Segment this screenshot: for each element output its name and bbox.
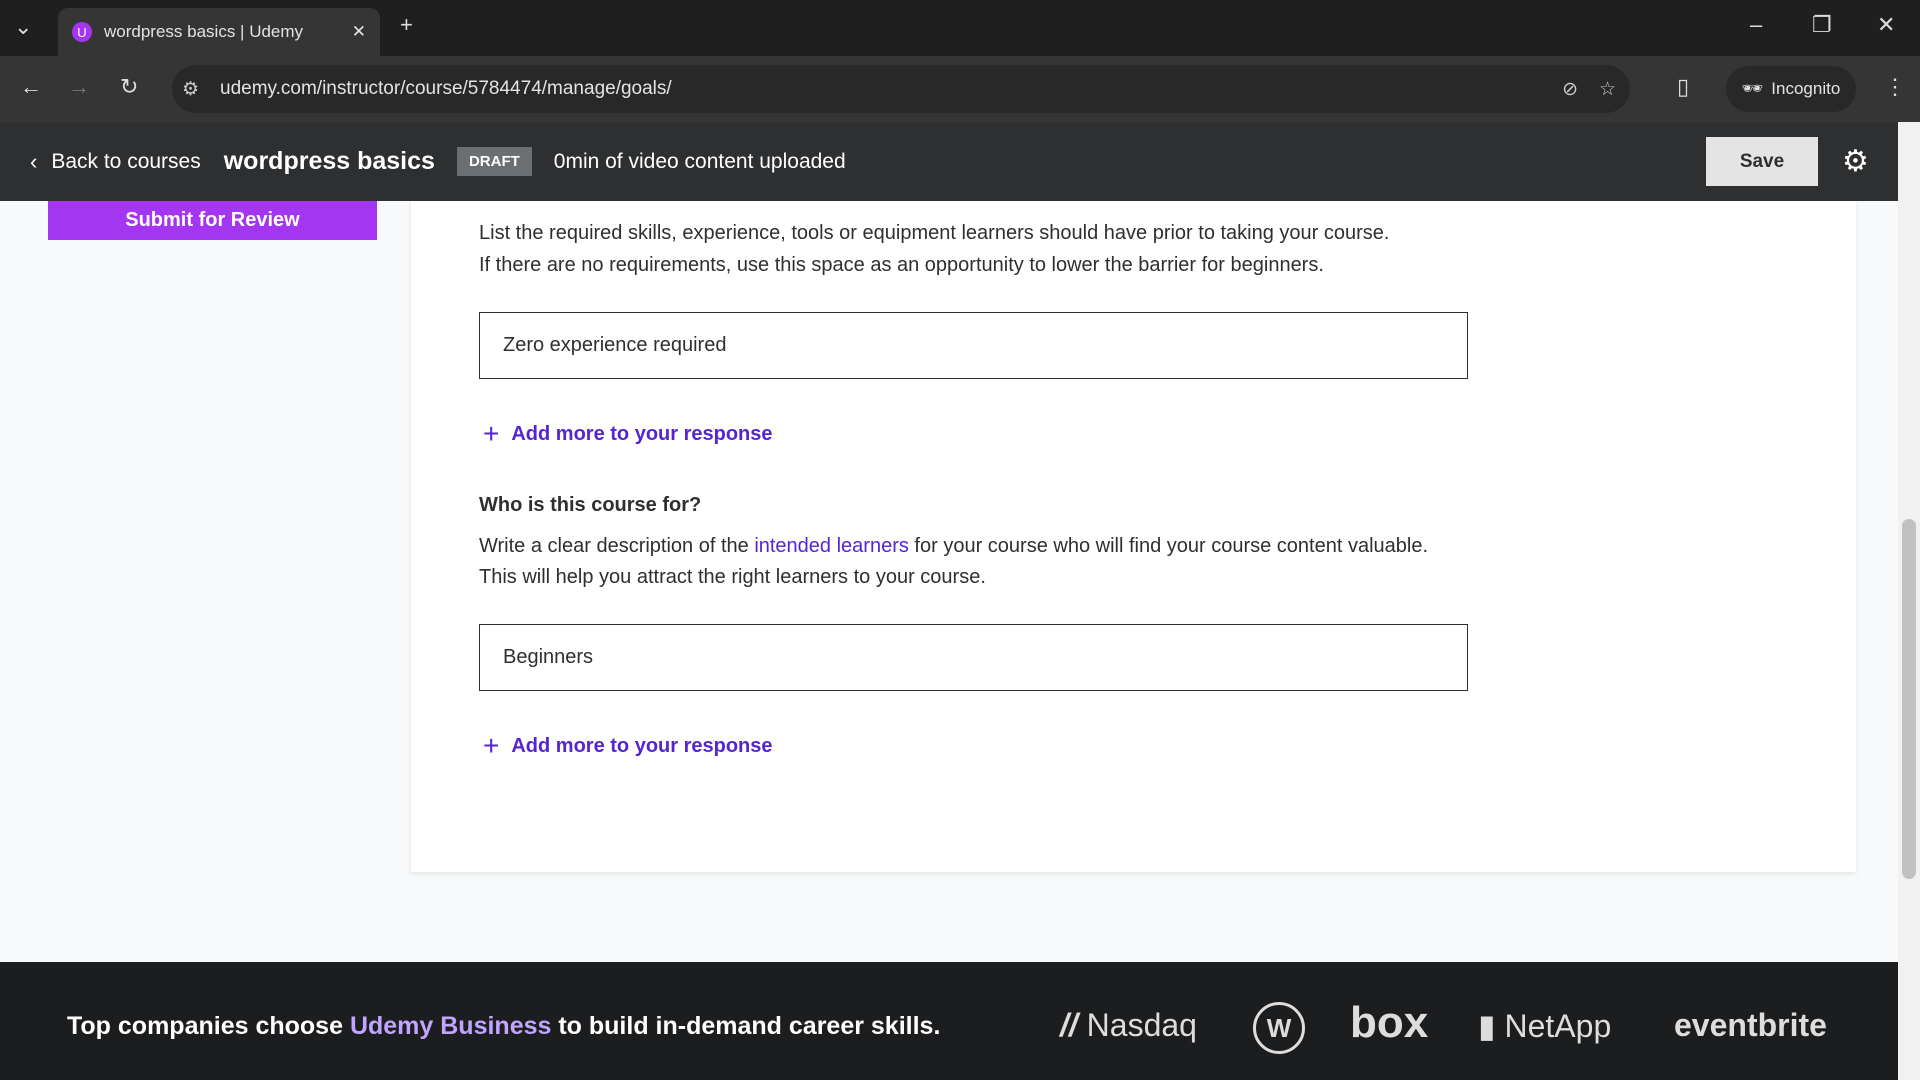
gear-icon[interactable]: ⚙: [1842, 144, 1869, 179]
goals-card: List the required skills, experience, to…: [411, 201, 1856, 872]
audience-heading: Who is this course for?: [479, 494, 702, 516]
footer-post: to build in-demand career skills.: [551, 1012, 941, 1040]
submit-for-review-button[interactable]: Submit for Review: [48, 201, 377, 240]
audience-description: Write a clear description of the intende…: [479, 531, 1428, 562]
restore-icon[interactable]: ❐: [1812, 12, 1832, 38]
url-text: udemy.com/instructor/course/5784474/mana…: [220, 78, 672, 99]
tab-search-icon[interactable]: ⌄: [14, 14, 32, 40]
udemy-favicon-icon: U: [72, 22, 92, 42]
eye-off-icon[interactable]: ⊘: [1562, 78, 1578, 101]
scrollbar[interactable]: [1898, 122, 1920, 1080]
chevron-left-icon[interactable]: ‹: [30, 149, 37, 175]
forward-icon[interactable]: →: [68, 74, 90, 100]
site-info-icon[interactable]: ⚙: [182, 78, 199, 101]
footer-banner: Top companies choose Udemy Business to b…: [0, 962, 1898, 1080]
audience-description-2: This will help you attract the right lea…: [479, 566, 986, 588]
plus-icon: +: [483, 418, 500, 449]
status-badge: DRAFT: [456, 147, 532, 176]
tab-title: wordpress basics | Udemy: [104, 22, 304, 41]
course-title: wordpress basics: [223, 147, 435, 175]
desc-pre: Write a clear description of the: [479, 535, 755, 557]
requirements-description-2: If there are no requirements, use this s…: [479, 254, 1324, 276]
reload-icon[interactable]: ↻: [120, 74, 138, 100]
close-window-icon[interactable]: ✕: [1877, 12, 1895, 38]
vw-logo: W: [1253, 1002, 1305, 1054]
save-button[interactable]: Save: [1706, 137, 1818, 186]
video-info: 0min of video content uploaded: [553, 149, 846, 173]
url-input[interactable]: ⚙ udemy.com/instructor/course/5784474/ma…: [172, 65, 1630, 113]
sidepanel-icon[interactable]: ▯: [1677, 74, 1689, 100]
add-requirement-button[interactable]: + Add more to your response: [483, 418, 773, 450]
star-icon[interactable]: ☆: [1599, 78, 1616, 101]
add-label: Add more to your response: [511, 734, 773, 757]
add-label: Add more to your response: [511, 422, 773, 445]
desc-post: for your course who will find your cours…: [908, 535, 1429, 557]
intended-learners-link[interactable]: intended learners: [754, 535, 909, 557]
add-audience-button[interactable]: + Add more to your response: [483, 730, 773, 762]
audience-input[interactable]: Beginners: [479, 624, 1468, 691]
address-bar-row: ← → ↻ ⚙ udemy.com/instructor/course/5784…: [0, 56, 1920, 122]
eventbrite-logo: eventbrite: [1674, 1007, 1827, 1043]
scrollbar-thumb[interactable]: [1902, 519, 1916, 879]
udemy-business-link[interactable]: Udemy Business: [350, 1012, 551, 1040]
menu-icon[interactable]: ⋮: [1884, 74, 1906, 100]
requirement-input[interactable]: Zero experience required: [479, 312, 1468, 379]
browser-tab-bar: ⌄ U wordpress basics | Udemy ✕ + – ❐ ✕: [0, 0, 1920, 56]
back-icon[interactable]: ←: [20, 74, 42, 100]
course-header: ‹ Back to courses wordpress basics DRAFT…: [0, 122, 1898, 201]
box-logo: box: [1350, 998, 1429, 1047]
back-to-courses-link[interactable]: Back to courses: [51, 150, 200, 174]
footer-pre: Top companies choose: [67, 1012, 350, 1040]
browser-tab[interactable]: U wordpress basics | Udemy ✕: [58, 8, 380, 56]
nasdaq-logo: // Nasdaq: [1060, 1007, 1197, 1043]
close-tab-icon[interactable]: ✕: [352, 22, 366, 42]
new-tab-icon[interactable]: +: [400, 12, 413, 38]
incognito-badge[interactable]: 🕶 Incognito: [1726, 66, 1856, 112]
netapp-logo: ▮ NetApp: [1478, 1008, 1612, 1044]
plus-icon: +: [483, 730, 500, 761]
minimize-icon[interactable]: –: [1750, 12, 1762, 38]
footer-text: Top companies choose Udemy Business to b…: [67, 1012, 940, 1041]
requirements-description: List the required skills, experience, to…: [479, 222, 1390, 244]
incognito-icon: 🕶: [1741, 79, 1764, 98]
incognito-label: Incognito: [1771, 79, 1841, 98]
